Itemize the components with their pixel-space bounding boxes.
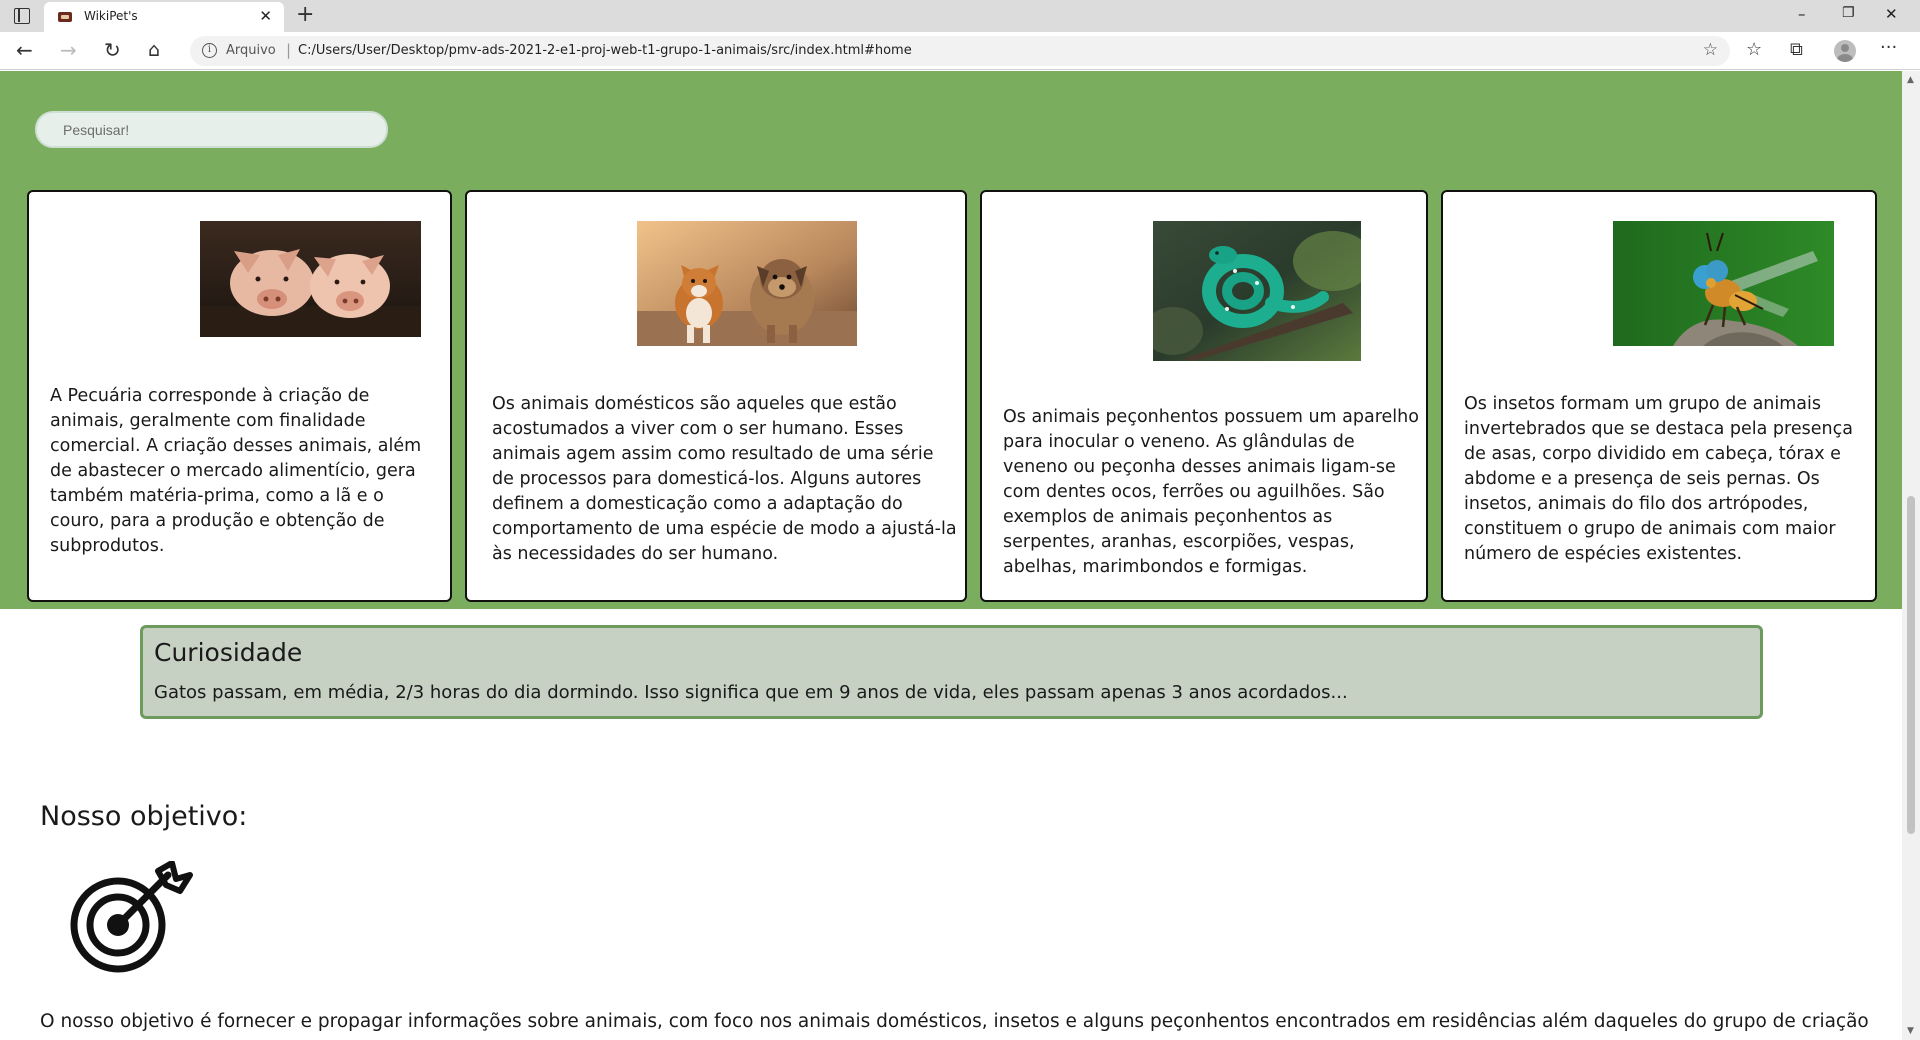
- objective-text: O nosso objetivo é fornecer e propagar i…: [40, 1011, 1869, 1040]
- minimize-button[interactable]: –: [1798, 5, 1806, 23]
- collections-icon[interactable]: ⧉: [1790, 39, 1803, 61]
- card-text: A Pecuária corresponde à criação de anim…: [50, 386, 422, 556]
- favicon-icon: [58, 12, 72, 22]
- scroll-thumb[interactable]: [1907, 496, 1915, 834]
- address-bar[interactable]: i Arquivo | C:/Users/User/Desktop/pmv-ad…: [190, 36, 1730, 66]
- tab-wikipets[interactable]: WikiPet's ✕: [44, 2, 284, 32]
- curiosity-box: Curiosidade Gatos passam, em média, 2/3 …: [140, 625, 1763, 719]
- card-pecuaria: A Pecuária corresponde à criação de anim…: [27, 190, 452, 602]
- card-peconhentos: Os animais peçonhentos possuem um aparel…: [980, 190, 1428, 602]
- tab-actions-icon[interactable]: [14, 8, 30, 24]
- new-tab-button[interactable]: +: [296, 2, 314, 28]
- tab-strip: WikiPet's ✕ + – ❐ ✕: [0, 0, 1920, 32]
- card-text: Os insetos formam um grupo de animais in…: [1464, 394, 1853, 564]
- url-text[interactable]: C:/Users/User/Desktop/pmv-ads-2021-2-e1-…: [298, 43, 912, 58]
- favorites-icon[interactable]: ☆: [1746, 39, 1762, 61]
- more-menu-icon[interactable]: ···: [1880, 37, 1897, 59]
- home-button[interactable]: ⌂: [148, 38, 160, 62]
- reload-button[interactable]: ↻: [104, 38, 121, 62]
- info-icon[interactable]: i: [202, 43, 217, 58]
- restore-button[interactable]: ❐: [1842, 5, 1855, 21]
- search-input[interactable]: [35, 111, 388, 148]
- snake-image: [1153, 221, 1361, 361]
- back-button[interactable]: ←: [16, 38, 33, 62]
- card-domesticos: Os animais domésticos são aqueles que es…: [465, 190, 967, 602]
- card-text: Os animais peçonhentos possuem um aparel…: [1003, 407, 1419, 577]
- tab-title: WikiPet's: [84, 9, 138, 23]
- objective-title: Nosso objetivo:: [40, 801, 248, 832]
- close-window-button[interactable]: ✕: [1885, 5, 1898, 23]
- curiosity-title: Curiosidade: [154, 638, 303, 667]
- animals-section: A Pecuária corresponde à criação de anim…: [0, 71, 1902, 609]
- close-tab-icon[interactable]: ✕: [259, 7, 272, 25]
- url-scheme-label: Arquivo: [226, 43, 276, 58]
- forward-button[interactable]: →: [60, 38, 77, 62]
- address-toolbar: ← → ↻ ⌂ i Arquivo | C:/Users/User/Deskto…: [0, 32, 1920, 70]
- profile-avatar[interactable]: [1834, 40, 1856, 62]
- page-scrollbar[interactable]: ▲ ▼: [1902, 71, 1920, 1040]
- add-favorite-icon[interactable]: ☆: [1703, 40, 1718, 60]
- pigs-image: [200, 221, 421, 337]
- insect-image: [1613, 221, 1834, 346]
- target-icon: [40, 860, 200, 979]
- card-insetos: Os insetos formam um grupo de animais in…: [1441, 190, 1877, 602]
- scroll-up-icon[interactable]: ▲: [1907, 75, 1914, 85]
- page-viewport: A Pecuária corresponde à criação de anim…: [0, 71, 1902, 1040]
- url-separator: |: [286, 41, 292, 59]
- scroll-down-icon[interactable]: ▼: [1907, 1026, 1914, 1036]
- card-text: Os animais domésticos são aqueles que es…: [492, 394, 957, 564]
- dogs-image: [637, 221, 857, 346]
- curiosity-text: Gatos passam, em média, 2/3 horas do dia…: [154, 682, 1348, 703]
